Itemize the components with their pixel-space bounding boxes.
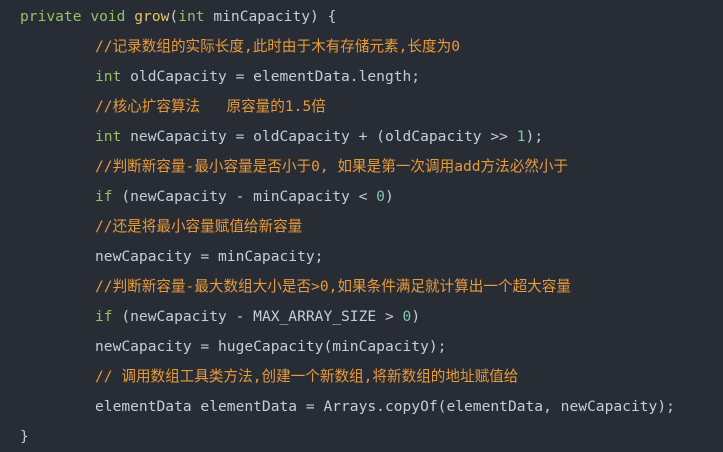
comment: //记录数组的实际长度,此时由于木有存储元素,长度为0 bbox=[95, 38, 460, 55]
condition-end: ) bbox=[411, 308, 421, 325]
code-line-6: //判断新容量-最小容量是否小于0, 如果是第一次调用add方法必然小于 bbox=[0, 152, 723, 182]
keyword-if: if bbox=[95, 188, 113, 205]
code-line-14: elementData elementData = Arrays.copyOf(… bbox=[0, 392, 723, 422]
comment: //判断新容量-最大数组大小是否>0,如果条件满足就计算出一个超大容量 bbox=[95, 278, 571, 295]
code-editor[interactable]: private void grow(int minCapacity) { //记… bbox=[0, 0, 723, 452]
condition-end: ) bbox=[384, 188, 394, 205]
code-line-2: //记录数组的实际长度,此时由于木有存储元素,长度为0 bbox=[0, 32, 723, 62]
number-literal: 1 bbox=[516, 128, 526, 145]
keyword-int: int bbox=[95, 128, 122, 145]
code-line-1: private void grow(int minCapacity) { bbox=[0, 2, 723, 32]
code-line-11: if (newCapacity - MAX_ARRAY_SIZE > 0) bbox=[0, 302, 723, 332]
statement: elementData elementData = Arrays.copyOf(… bbox=[95, 398, 675, 415]
paren-open: ( bbox=[169, 8, 179, 25]
comment: //判断新容量-最小容量是否小于0, 如果是第一次调用add方法必然小于 bbox=[95, 158, 569, 175]
number-literal: 0 bbox=[402, 308, 412, 325]
statement: oldCapacity = elementData.length; bbox=[121, 68, 421, 85]
statement: newCapacity = oldCapacity + (oldCapacity… bbox=[121, 128, 517, 145]
comment: //还是将最小容量赋值给新容量 bbox=[95, 218, 303, 235]
condition: (newCapacity - MAX_ARRAY_SIZE > bbox=[112, 308, 403, 325]
keyword-private: private bbox=[20, 8, 82, 25]
param-list: minCapacity) { bbox=[204, 8, 337, 25]
code-line-10: //判断新容量-最大数组大小是否>0,如果条件满足就计算出一个超大容量 bbox=[0, 272, 723, 302]
condition: (newCapacity - minCapacity < bbox=[112, 188, 377, 205]
code-line-8: //还是将最小容量赋值给新容量 bbox=[0, 212, 723, 242]
comment: //核心扩容算法 原容量的1.5倍 bbox=[95, 98, 326, 115]
comment: // 调用数组工具类方法,创建一个新数组,将新数组的地址赋值给 bbox=[95, 368, 519, 385]
statement: newCapacity = hugeCapacity(minCapacity); bbox=[95, 338, 447, 355]
code-line-7: if (newCapacity - minCapacity < 0) bbox=[0, 182, 723, 212]
keyword-int: int bbox=[178, 8, 205, 25]
code-line-5: int newCapacity = oldCapacity + (oldCapa… bbox=[0, 122, 723, 152]
method-name: grow bbox=[134, 8, 170, 25]
closing-brace: } bbox=[20, 428, 29, 445]
code-line-9: newCapacity = minCapacity; bbox=[0, 242, 723, 272]
code-line-15: } bbox=[0, 422, 723, 452]
code-line-12: newCapacity = hugeCapacity(minCapacity); bbox=[0, 332, 723, 362]
keyword-int: int bbox=[95, 68, 122, 85]
code-line-4: //核心扩容算法 原容量的1.5倍 bbox=[0, 92, 723, 122]
keyword-void: void bbox=[90, 8, 126, 25]
keyword-if: if bbox=[95, 308, 113, 325]
statement: newCapacity = minCapacity; bbox=[95, 248, 324, 265]
number-literal: 0 bbox=[376, 188, 385, 205]
statement-end: ); bbox=[525, 128, 544, 145]
code-line-13: // 调用数组工具类方法,创建一个新数组,将新数组的地址赋值给 bbox=[0, 362, 723, 392]
code-line-3: int oldCapacity = elementData.length; bbox=[0, 62, 723, 92]
